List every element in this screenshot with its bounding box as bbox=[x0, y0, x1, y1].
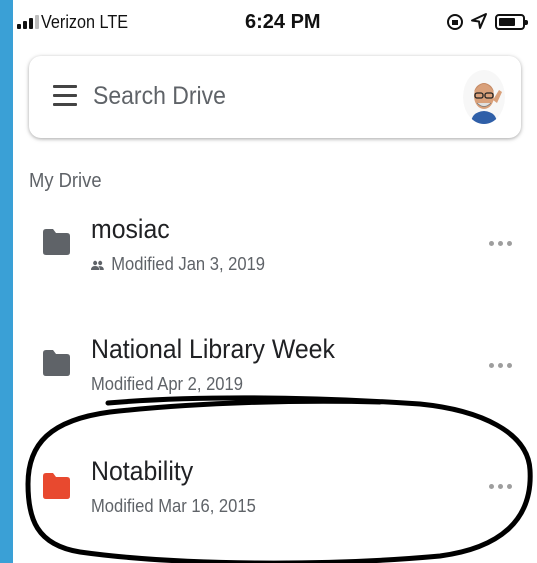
hamburger-menu-icon[interactable] bbox=[53, 85, 77, 107]
battery-icon bbox=[495, 14, 528, 30]
section-title-my-drive: My Drive bbox=[29, 170, 102, 192]
file-modified-text: Modified Mar 16, 2015 bbox=[91, 496, 256, 516]
file-name: mosiac bbox=[91, 214, 170, 244]
file-modified-text: Modified Apr 2, 2019 bbox=[91, 374, 243, 394]
file-modified: Modified Jan 3, 2019 bbox=[91, 254, 265, 275]
file-modified-text: Modified Jan 3, 2019 bbox=[111, 254, 265, 274]
shared-people-icon bbox=[91, 261, 104, 271]
clock: 6:24 PM bbox=[245, 11, 321, 33]
search-drive-label[interactable]: Search Drive bbox=[93, 82, 226, 111]
file-name: National Library Week bbox=[91, 334, 335, 364]
account-avatar[interactable] bbox=[463, 70, 505, 124]
cellular-signal-icon bbox=[17, 15, 41, 29]
more-options-icon[interactable] bbox=[489, 238, 515, 248]
folder-icon bbox=[43, 473, 70, 499]
list-item[interactable]: Notability Modified Mar 16, 2015 bbox=[13, 456, 537, 563]
folder-icon bbox=[43, 350, 70, 376]
folder-icon bbox=[43, 229, 70, 255]
carrier-label: Verizon LTE bbox=[41, 12, 129, 32]
drive-screen: Verizon LTE 6:24 PM Search Drive My Driv… bbox=[13, 0, 537, 563]
status-bar: Verizon LTE 6:24 PM bbox=[13, 0, 537, 44]
location-arrow-icon bbox=[471, 13, 487, 29]
file-name: Notability bbox=[91, 456, 194, 486]
list-item[interactable]: National Library Week Modified Apr 2, 20… bbox=[13, 334, 537, 444]
list-item[interactable]: mosiac Modified Jan 3, 2019 bbox=[13, 214, 537, 324]
more-options-icon[interactable] bbox=[489, 360, 515, 370]
rotation-lock-icon bbox=[447, 14, 463, 30]
more-options-icon[interactable] bbox=[489, 481, 515, 491]
search-bar[interactable]: Search Drive bbox=[29, 56, 521, 138]
